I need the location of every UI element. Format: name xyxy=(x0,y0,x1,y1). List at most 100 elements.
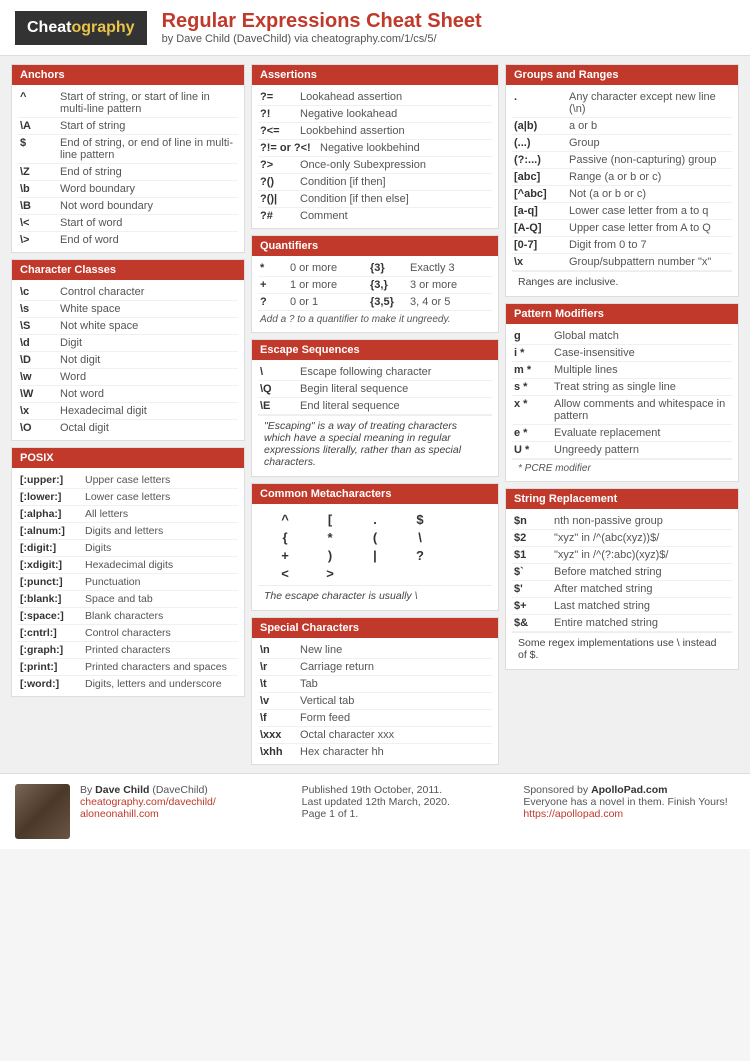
posix-val: Lower case letters xyxy=(85,491,170,503)
common-metacharacters-section: Common Metacharacters ^ [ . $ { * ( \ + … xyxy=(251,483,499,611)
sr-val: nth non-passive group xyxy=(554,515,730,527)
groups-ranges-body: .Any character except new line (\n) (a|b… xyxy=(506,85,738,296)
anchor-key: \> xyxy=(20,234,60,246)
cc-key: \d xyxy=(20,337,60,349)
posix-header: POSIX xyxy=(12,448,244,468)
gr-val: Upper case letter from A to Q xyxy=(569,222,730,234)
posix-val: Printed characters and spaces xyxy=(85,661,227,673)
table-row: \B Not word boundary xyxy=(18,198,238,215)
footer-sponsor-text: Sponsored by ApolloPad.com xyxy=(523,784,735,796)
assert-val: Negative lookbehind xyxy=(320,142,490,154)
footer-link-aloneonahill[interactable]: aloneonahill.com xyxy=(80,808,159,820)
footer-publish-info: Published 19th October, 2011. Last updat… xyxy=(302,784,514,820)
quantifiers-note: Add a ? to a quantifier to make it ungre… xyxy=(258,311,492,328)
posix-val: Upper case letters xyxy=(85,474,170,486)
sr-key: $2 xyxy=(514,532,554,544)
cc-key: \c xyxy=(20,286,60,298)
table-row: \> End of word xyxy=(18,232,238,248)
pm-key: U * xyxy=(514,444,554,456)
esc-val: Escape following character xyxy=(300,366,490,378)
table-row: \xHexadecimal digit xyxy=(18,403,238,420)
table-row: (a|b)a or b xyxy=(512,118,732,135)
table-row: \rCarriage return xyxy=(258,659,492,676)
table-row: ?!= or ?<!Negative lookbehind xyxy=(258,140,492,157)
table-row: [:xdigit:]Hexadecimal digits xyxy=(18,557,238,574)
table-row: (...)Group xyxy=(512,135,732,152)
meta-char: $ xyxy=(399,512,441,527)
meta-char: . xyxy=(354,512,396,527)
cc-key: \s xyxy=(20,303,60,315)
assert-val: Once-only Subexpression xyxy=(300,159,490,171)
table-row: * 0 or more {3} Exactly 3 xyxy=(258,260,492,277)
footer-sponsor-link[interactable]: https://apollopad.com xyxy=(523,808,623,820)
table-row: [:digit:]Digits xyxy=(18,540,238,557)
cc-val: Not digit xyxy=(60,354,236,366)
string-replacement-header: String Replacement xyxy=(506,489,738,509)
posix-key: [:digit:] xyxy=(20,542,85,554)
anchor-key: \< xyxy=(20,217,60,229)
meta-char xyxy=(444,512,486,527)
table-row: [:print:]Printed characters and spaces xyxy=(18,659,238,676)
special-characters-header: Special Characters xyxy=(252,618,498,638)
sr-key: $& xyxy=(514,617,554,629)
string-note: Some regex implementations use \ instead… xyxy=(512,632,732,665)
escape-sequences-header: Escape Sequences xyxy=(252,340,498,360)
sc-key: \t xyxy=(260,678,300,690)
meta-char: + xyxy=(264,548,306,563)
table-row: x *Allow comments and whitespace in patt… xyxy=(512,396,732,425)
common-metacharacters-header: Common Metacharacters xyxy=(252,484,498,504)
page-title: Regular Expressions Cheat Sheet xyxy=(162,10,482,33)
sc-key: \r xyxy=(260,661,300,673)
sr-key: $+ xyxy=(514,600,554,612)
sr-key: $` xyxy=(514,566,554,578)
sc-key: \xxx xyxy=(260,729,300,741)
posix-val: Digits xyxy=(85,542,111,554)
posix-key: [:xdigit:] xyxy=(20,559,85,571)
cc-key: \w xyxy=(20,371,60,383)
quant-val: 0 or more xyxy=(290,262,370,274)
string-replacement-section: String Replacement $nnth non-passive gro… xyxy=(505,488,739,670)
gr-key: [0-7] xyxy=(514,239,569,251)
table-row: [:punct:]Punctuation xyxy=(18,574,238,591)
string-replacement-body: $nnth non-passive group $2"xyz" in /^(ab… xyxy=(506,509,738,669)
footer-link-cheatography[interactable]: cheatography.com/davechild/ xyxy=(80,796,216,808)
assertions-header: Assertions xyxy=(252,65,498,85)
common-metacharacters-body: ^ [ . $ { * ( \ + ) | ? < > xyxy=(252,504,498,610)
assert-val: Negative lookahead xyxy=(300,108,490,120)
anchor-val: End of string xyxy=(60,166,236,178)
table-row: \vVertical tab xyxy=(258,693,492,710)
pm-val: Case-insensitive xyxy=(554,347,730,359)
table-row: \QBegin literal sequence xyxy=(258,381,492,398)
gr-key: (...) xyxy=(514,137,569,149)
footer-sponsor-desc: Everyone has a novel in them. Finish You… xyxy=(523,796,735,808)
quant-val: 0 or 1 xyxy=(290,296,370,308)
groups-ranges-section: Groups and Ranges .Any character except … xyxy=(505,64,739,297)
posix-val: Printed characters xyxy=(85,644,170,656)
table-row: $'After matched string xyxy=(512,581,732,598)
posix-key: [:print:] xyxy=(20,661,85,673)
meta-char xyxy=(444,548,486,563)
cc-val: Not word xyxy=(60,388,236,400)
anchor-val: Start of word xyxy=(60,217,236,229)
posix-val: Space and tab xyxy=(85,593,153,605)
sr-val: After matched string xyxy=(554,583,730,595)
gr-val: Range (a or b or c) xyxy=(569,171,730,183)
cc-val: White space xyxy=(60,303,236,315)
anchor-key: $ xyxy=(20,137,60,149)
gr-key: (a|b) xyxy=(514,120,569,132)
cc-key: \x xyxy=(20,405,60,417)
table-row: \OOctal digit xyxy=(18,420,238,436)
gr-key: \x xyxy=(514,256,569,268)
anchor-val: Not word boundary xyxy=(60,200,236,212)
quant-val: 1 or more xyxy=(290,279,370,291)
anchor-key: \b xyxy=(20,183,60,195)
table-row: $ End of string, or end of line in multi… xyxy=(18,135,238,164)
pm-val: Evaluate replacement xyxy=(554,427,730,439)
anchor-val: Word boundary xyxy=(60,183,236,195)
table-row: [a-q]Lower case letter from a to q xyxy=(512,203,732,220)
gr-key: . xyxy=(514,91,569,103)
cc-val: Word xyxy=(60,371,236,383)
table-row: [:lower:]Lower case letters xyxy=(18,489,238,506)
posix-key: [:word:] xyxy=(20,678,85,690)
assert-val: Lookbehind assertion xyxy=(300,125,490,137)
